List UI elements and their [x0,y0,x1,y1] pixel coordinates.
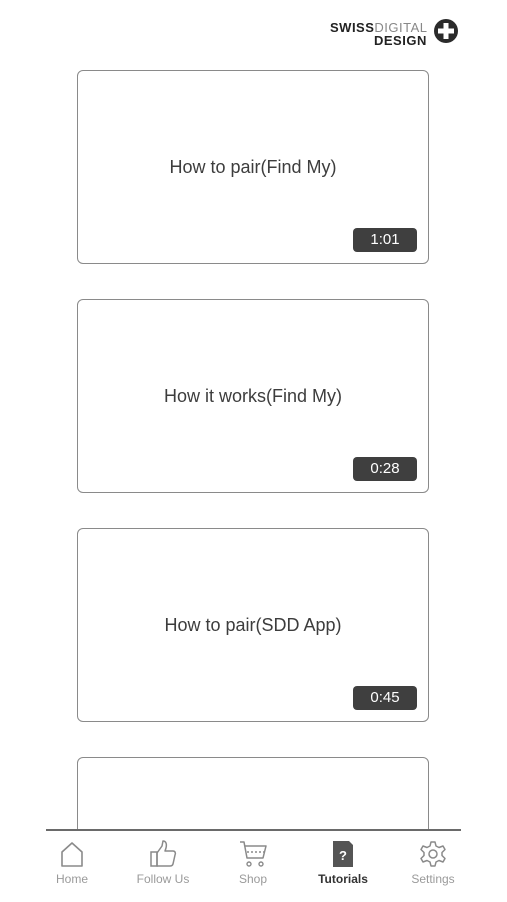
tab-label: Settings [411,872,455,886]
brand-name-part3: DESIGN [374,33,427,48]
tab-label: Follow Us [136,872,190,886]
brand-logo: SWISSDIGITAL DESIGN [328,18,464,48]
thumbs-up-icon [147,839,179,869]
tab-follow-us[interactable]: Follow Us [123,831,203,893]
swiss-cross-icon [434,19,458,43]
gear-icon [417,839,449,869]
tab-label: Home [55,872,88,886]
video-card[interactable]: How to pair(Find My) 1:01 [77,70,429,264]
brand-name-part1: SWISS [330,20,375,35]
video-title: How to pair(Find My) [169,157,337,177]
video-card[interactable]: How it works(Find My) 0:28 [77,299,429,493]
video-title: How it works(Find My) [163,386,342,406]
video-duration-badge: 1:01 [353,228,417,252]
tab-settings[interactable]: Settings [393,831,473,893]
bottom-tab-bar: Home Follow Us Shop ? Tutorials Settings [46,829,461,902]
cart-icon [237,839,269,869]
home-icon [56,839,88,869]
video-duration-badge: 0:28 [353,457,417,481]
tab-label: Shop [238,872,268,886]
svg-text:?: ? [339,848,347,863]
video-card[interactable]: How to pair(SDD App) 0:45 [77,528,429,722]
video-title: How to pair(SDD App) [164,615,342,635]
tab-label: Tutorials [318,872,368,886]
tutorial-doc-icon: ? [327,839,359,869]
tab-shop[interactable]: Shop [213,831,293,893]
tab-home[interactable]: Home [32,831,112,893]
tab-tutorials[interactable]: ? Tutorials [303,831,383,893]
video-duration-badge: 0:45 [353,686,417,710]
